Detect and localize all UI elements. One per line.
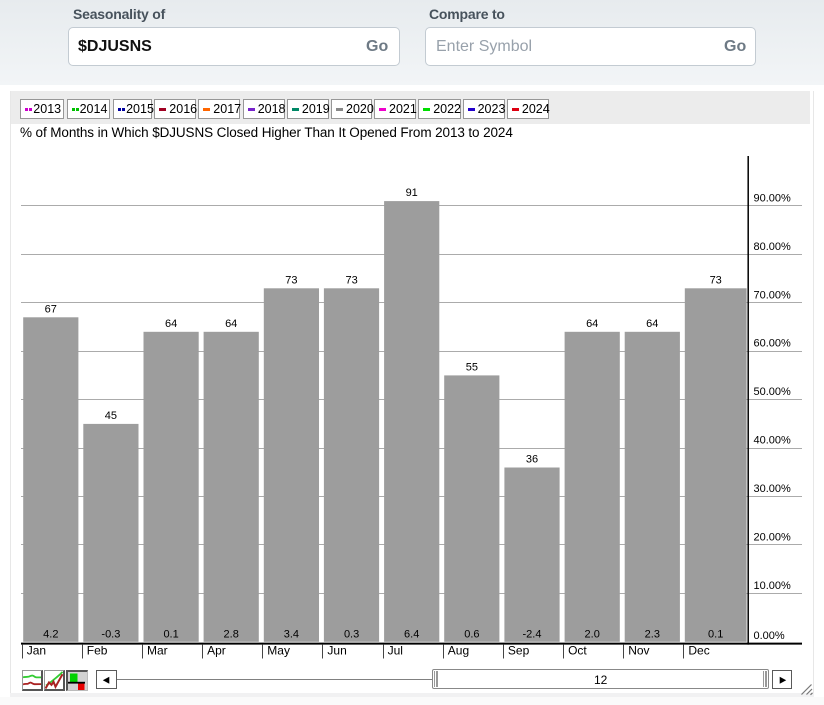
svg-text:2.3: 2.3 xyxy=(645,629,660,641)
svg-text:Jul: Jul xyxy=(388,644,403,658)
svg-text:3.4: 3.4 xyxy=(284,629,299,641)
svg-text:Jan: Jan xyxy=(27,644,46,658)
svg-text:30.00%: 30.00% xyxy=(754,483,792,495)
svg-text:64: 64 xyxy=(165,318,177,330)
svg-text:0.3: 0.3 xyxy=(344,629,359,641)
svg-text:64: 64 xyxy=(646,318,658,330)
svg-text:Sep: Sep xyxy=(508,644,530,658)
svg-text:50.00%: 50.00% xyxy=(754,386,792,398)
svg-text:4.2: 4.2 xyxy=(43,629,58,641)
svg-text:36: 36 xyxy=(526,454,538,466)
svg-text:Aug: Aug xyxy=(448,644,469,658)
svg-text:73: 73 xyxy=(285,274,297,286)
svg-text:67: 67 xyxy=(45,303,57,315)
svg-text:2.8: 2.8 xyxy=(224,629,239,641)
svg-text:Oct: Oct xyxy=(568,644,587,658)
svg-text:64: 64 xyxy=(586,318,598,330)
svg-text:64: 64 xyxy=(225,318,237,330)
svg-text:6.4: 6.4 xyxy=(404,629,419,641)
svg-text:70.00%: 70.00% xyxy=(754,289,792,301)
svg-text:Dec: Dec xyxy=(688,644,709,658)
svg-text:73: 73 xyxy=(710,274,722,286)
svg-text:0.1: 0.1 xyxy=(708,629,723,641)
svg-text:40.00%: 40.00% xyxy=(754,435,792,447)
svg-text:20.00%: 20.00% xyxy=(754,531,792,543)
svg-text:73: 73 xyxy=(345,274,357,286)
svg-text:-2.4: -2.4 xyxy=(523,629,542,641)
svg-text:0.00%: 0.00% xyxy=(754,630,785,642)
svg-text:45: 45 xyxy=(105,410,117,422)
svg-text:2.0: 2.0 xyxy=(585,629,600,641)
svg-text:55: 55 xyxy=(466,361,478,373)
svg-text:May: May xyxy=(267,644,290,658)
svg-text:Jun: Jun xyxy=(327,644,346,658)
svg-text:Mar: Mar xyxy=(147,644,168,658)
svg-text:90.00%: 90.00% xyxy=(754,192,792,204)
svg-text:Apr: Apr xyxy=(207,644,226,658)
svg-text:10.00%: 10.00% xyxy=(754,580,792,592)
svg-text:91: 91 xyxy=(406,187,418,199)
svg-text:80.00%: 80.00% xyxy=(754,241,792,253)
svg-text:60.00%: 60.00% xyxy=(754,338,792,350)
svg-text:Feb: Feb xyxy=(87,644,108,658)
svg-text:0.1: 0.1 xyxy=(163,629,178,641)
svg-text:-0.3: -0.3 xyxy=(101,629,120,641)
svg-text:Nov: Nov xyxy=(628,644,649,658)
svg-text:0.6: 0.6 xyxy=(464,629,479,641)
